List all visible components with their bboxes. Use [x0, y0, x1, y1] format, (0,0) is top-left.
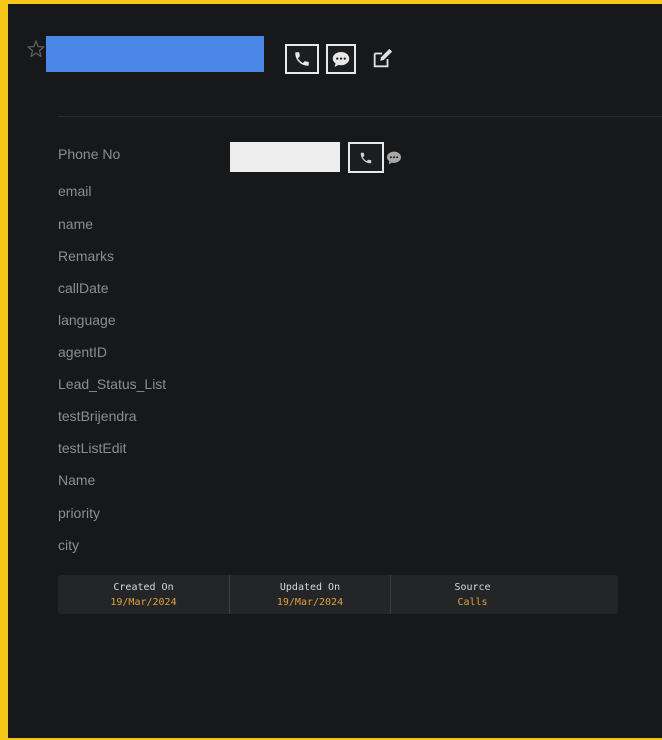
chat-button[interactable]: [326, 44, 356, 74]
created-on-value: 19/Mar/2024: [110, 596, 177, 608]
phone-call-button[interactable]: [348, 142, 384, 173]
contact-detail-panel: Phone No email name Remarks callDate lan…: [0, 0, 662, 740]
phone-number-value-redacted: [230, 142, 340, 172]
record-meta-bar: Created On 19/Mar/2024 Updated On 19/Mar…: [58, 575, 618, 614]
field-label-lead-status-list: Lead_Status_List: [58, 376, 167, 392]
field-label-test-brijendra: testBrijendra: [58, 408, 137, 424]
field-label-remarks: Remarks: [58, 248, 115, 264]
field-label-name: name: [58, 216, 94, 232]
source-label: Source: [454, 581, 491, 593]
phone-icon: [293, 50, 311, 68]
field-label-phone-no: Phone No: [58, 146, 121, 162]
field-label-test-list-edit: testListEdit: [58, 440, 127, 456]
sms-chat-icon[interactable]: [386, 151, 402, 165]
field-label-call-date: callDate: [58, 280, 109, 296]
updated-on-value: 19/Mar/2024: [276, 596, 344, 608]
chat-bubble-icon: [332, 51, 350, 68]
field-label-city: city: [58, 537, 79, 553]
field-label-email: email: [58, 183, 92, 199]
source-block: Source Calls: [390, 575, 554, 614]
field-label-agent-id: agentID: [58, 344, 108, 360]
call-button[interactable]: [285, 44, 319, 74]
favorite-star-icon[interactable]: [26, 39, 46, 59]
created-on-block: Created On 19/Mar/2024: [58, 575, 229, 614]
phone-icon: [359, 151, 373, 165]
updated-on-block: Updated On 19/Mar/2024: [229, 575, 390, 614]
field-label-priority: priority: [58, 505, 101, 521]
created-on-label: Created On: [113, 581, 174, 593]
field-label-language: language: [58, 312, 116, 328]
field-label-name-cap: Name: [58, 472, 96, 488]
source-value: Calls: [457, 596, 488, 608]
updated-on-label: Updated On: [279, 581, 341, 593]
contact-name-redacted: [46, 36, 264, 72]
edit-icon[interactable]: [371, 48, 393, 70]
header-divider: [58, 116, 662, 117]
